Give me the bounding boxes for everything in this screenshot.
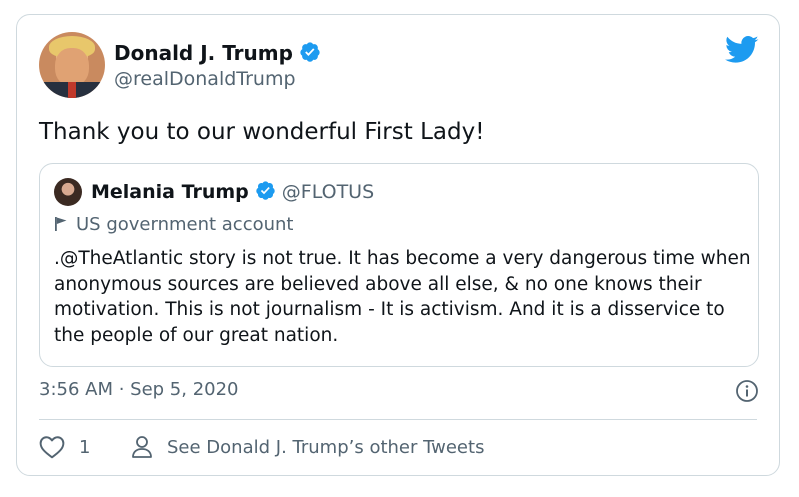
other-tweets-link[interactable]: See Donald J. Trump’s other Tweets [131,435,484,459]
government-account-label: US government account [54,214,294,235]
flag-icon [55,217,67,231]
author-avatar[interactable] [39,32,105,98]
tweet-actions: 1 See Donald J. Trump’s other Tweets [39,433,759,463]
other-tweets-text[interactable]: See Donald J. Trump’s other Tweets [167,437,484,458]
author-handle[interactable]: @realDonaldTrump [114,68,296,90]
quoted-text: .@TheAtlantic story is not true. It has … [54,248,751,346]
heart-icon[interactable] [39,435,65,459]
info-icon[interactable] [735,379,759,403]
tweet-timestamp[interactable]: 3:56 AM · Sep 5, 2020 [39,379,239,400]
author-name-row[interactable]: Donald J. Trump [114,41,321,65]
quoted-avatar[interactable] [54,178,82,206]
tweet-card: Donald J. Trump @realDonaldTrump Thank y… [16,14,780,476]
person-icon [132,436,152,458]
tweet-text: Thank you to our wonderful First Lady! [39,119,485,145]
author-name[interactable]: Donald J. Trump [114,41,293,65]
like-button[interactable]: 1 [39,435,90,459]
verified-icon [256,181,275,200]
quoted-handle[interactable]: @FLOTUS [282,181,374,203]
quoted-tweet[interactable]: Melania Trump @FLOTUS US government accou… [39,163,759,367]
verified-icon [300,42,320,62]
quoted-name[interactable]: Melania Trump [91,181,249,203]
divider [39,419,757,420]
quoted-name-row[interactable]: Melania Trump @FLOTUS [91,180,374,203]
like-count: 1 [79,436,91,458]
government-account-text: US government account [76,214,294,235]
twitter-bird-icon[interactable] [725,35,759,65]
